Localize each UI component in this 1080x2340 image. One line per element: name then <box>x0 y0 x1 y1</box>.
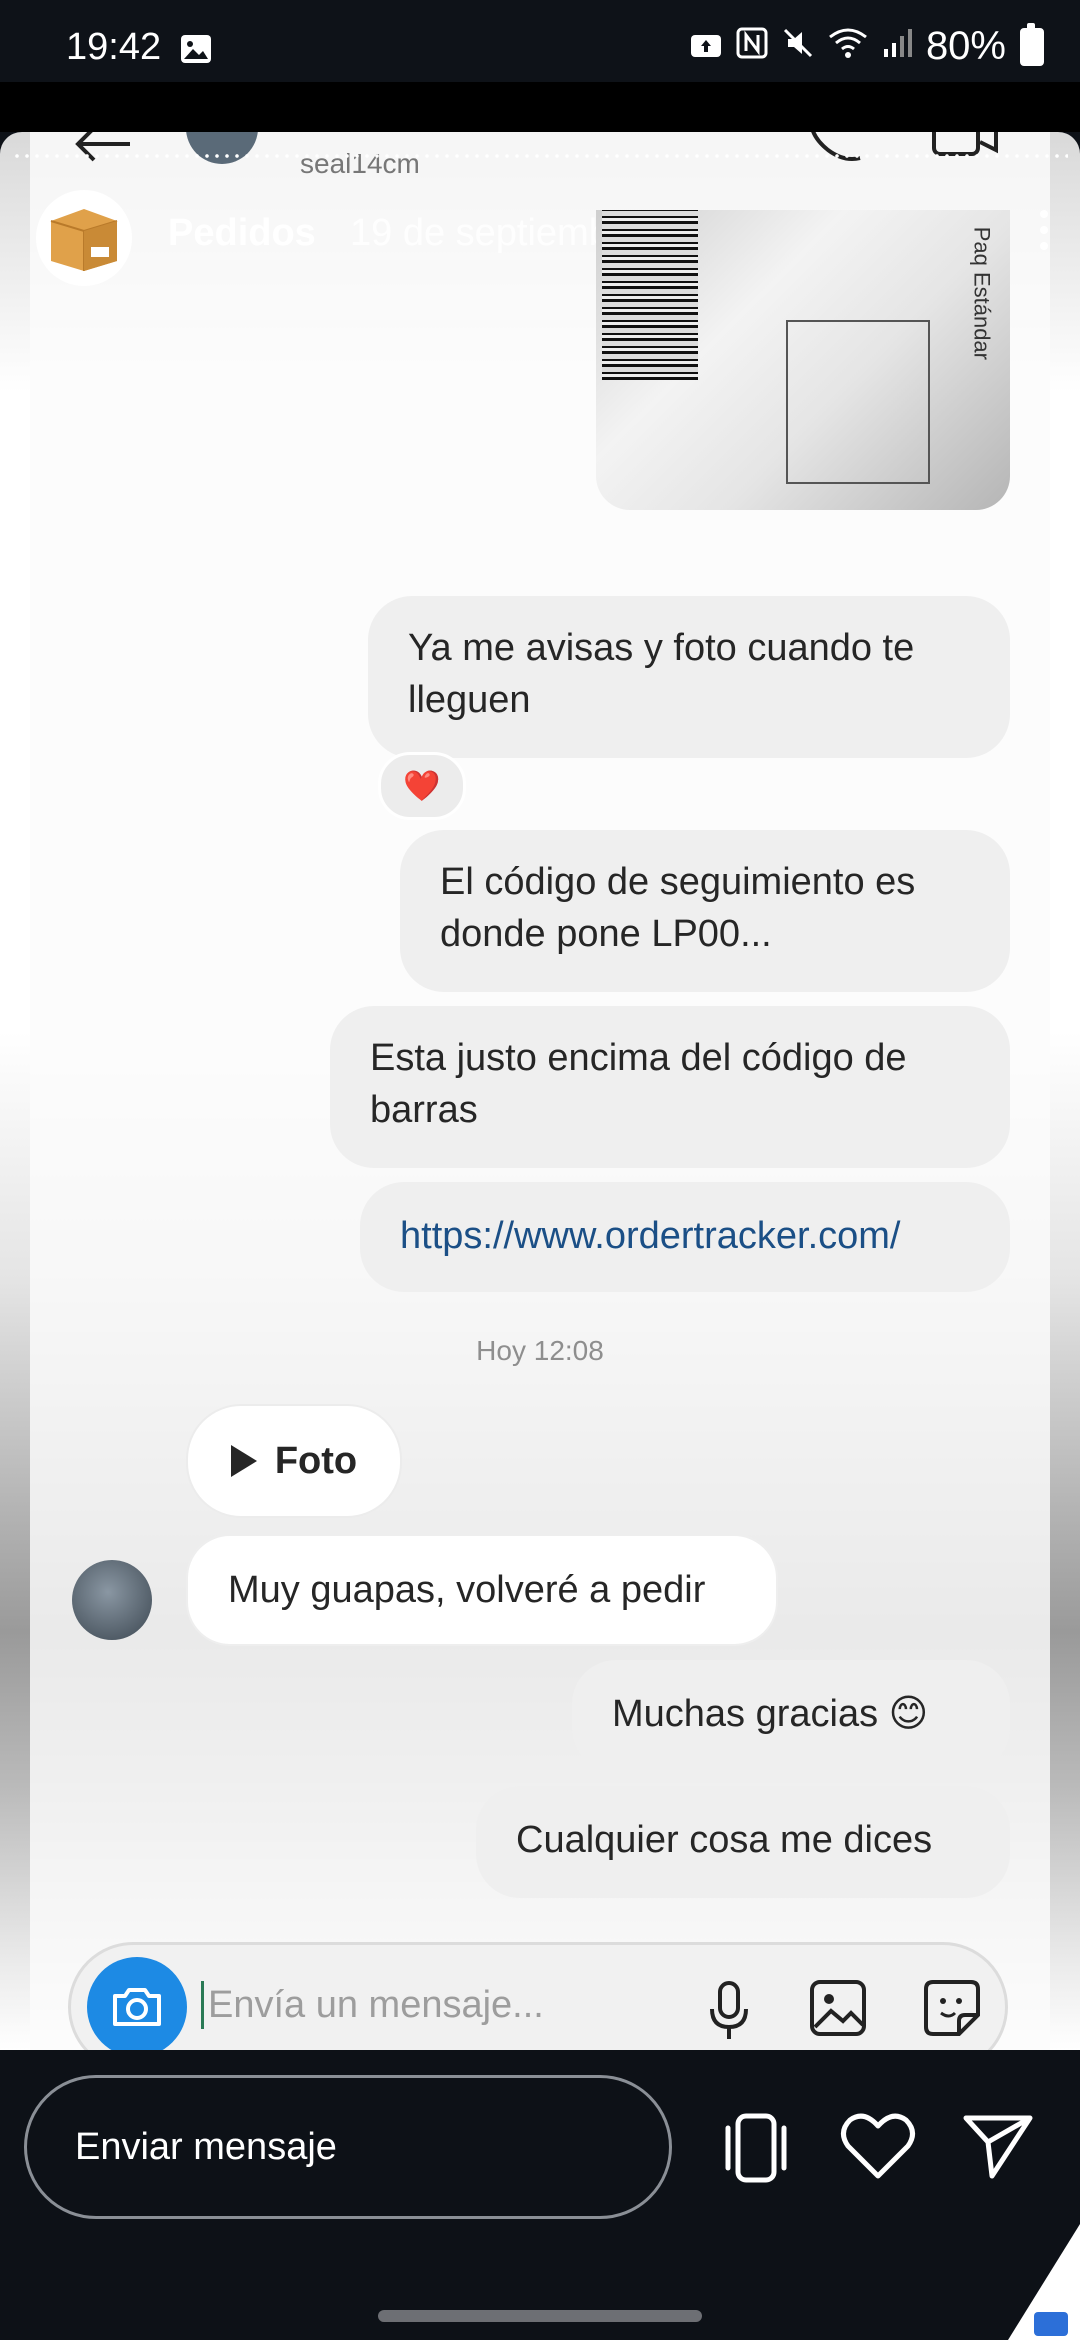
link-message-bubble[interactable]: https://www.ordertracker.com/ <box>360 1182 1010 1292</box>
battery-percentage: 80% <box>925 24 1006 68</box>
message-text: El código de seguimiento es donde pone L… <box>440 861 916 955</box>
home-indicator[interactable] <box>378 2310 702 2322</box>
status-time: 19:42 <box>66 26 162 68</box>
image-icon <box>180 34 212 69</box>
play-icon <box>230 1445 257 1477</box>
upload-icon <box>690 24 722 69</box>
sender-avatar[interactable] <box>72 1560 152 1640</box>
heart-icon: ❤️ <box>403 769 441 803</box>
phone-icon <box>811 132 861 161</box>
back-arrow-icon <box>75 132 130 162</box>
message-text: Esta justo encima del código de barras <box>370 1037 907 1131</box>
message-bubble-outgoing[interactable]: Cualquier cosa me dices <box>476 1786 1010 1898</box>
camera-button[interactable] <box>87 1957 187 2050</box>
tracking-link[interactable]: https://www.ordertracker.com/ <box>400 1215 901 1257</box>
message-composer: Envía un mensaje... <box>68 1942 1008 2050</box>
more-options-icon[interactable] <box>1038 210 1050 256</box>
camera-icon <box>113 1988 161 2026</box>
message-text: Muchas gracias 😊 <box>612 1693 929 1735</box>
message-bubble-outgoing[interactable]: Esta justo encima del código de barras <box>330 1006 1010 1168</box>
message-bubble-outgoing[interactable]: Muchas gracias 😊 <box>572 1660 1010 1772</box>
wifi-icon <box>828 24 868 69</box>
heart-icon[interactable] <box>840 2112 916 2180</box>
status-band <box>0 82 1080 132</box>
status-bar: 19:42 80% <box>0 0 1080 82</box>
barcode-image <box>602 210 698 380</box>
message-bubble-incoming[interactable]: Muy guapas, volveré a pedir <box>186 1534 778 1646</box>
message-text: Muy guapas, volveré a pedir <box>228 1569 706 1611</box>
message-bubble-outgoing[interactable]: Ya me avisas y foto cuando te lleguen <box>368 596 1010 758</box>
message-timestamp: Hoy 12:08 <box>476 1335 604 1366</box>
gallery-icon[interactable] <box>809 1979 867 2037</box>
heart-reaction[interactable]: ❤️ <box>378 752 466 820</box>
mute-icon <box>782 24 814 69</box>
story-account-name[interactable]: Pedidos <box>168 212 316 255</box>
signal-icon <box>882 24 912 69</box>
photo-label-text: Paq Estándar <box>969 226 994 360</box>
nfc-icon <box>736 24 768 69</box>
media-message-bubble[interactable]: Foto <box>186 1404 402 1518</box>
media-label: Foto <box>274 1439 358 1482</box>
story-account-avatar[interactable] <box>36 190 132 286</box>
microphone-icon[interactable] <box>709 1981 749 2041</box>
story-reply-bar: Enviar mensaje <box>0 2050 1080 2340</box>
message-bubble-outgoing[interactable]: El código de seguimiento es donde pone L… <box>400 830 1010 992</box>
message-text: Ya me avisas y foto cuando te lleguen <box>408 627 915 721</box>
send-message-input[interactable]: Enviar mensaje <box>24 2075 672 2219</box>
chat-username: seal14cm <box>300 148 420 179</box>
package-icon <box>50 209 118 271</box>
sticker-icon[interactable] <box>923 1979 981 2037</box>
story-progress-bar <box>12 154 1068 158</box>
multi-device-icon[interactable] <box>718 2112 794 2184</box>
story-card[interactable]: seal14cm Pedidos 19 de septiembre de 202… <box>0 132 1080 2050</box>
message-input[interactable]: Envía un mensaje... <box>201 1981 544 2029</box>
message-text: Cualquier cosa me dices <box>516 1819 933 1861</box>
package-photo-message[interactable]: Paq Estándar <box>596 210 1010 510</box>
send-icon[interactable] <box>962 2112 1034 2180</box>
photo-label-box <box>786 320 930 484</box>
battery-icon <box>1020 22 1044 66</box>
upload-icon <box>1034 2312 1068 2336</box>
